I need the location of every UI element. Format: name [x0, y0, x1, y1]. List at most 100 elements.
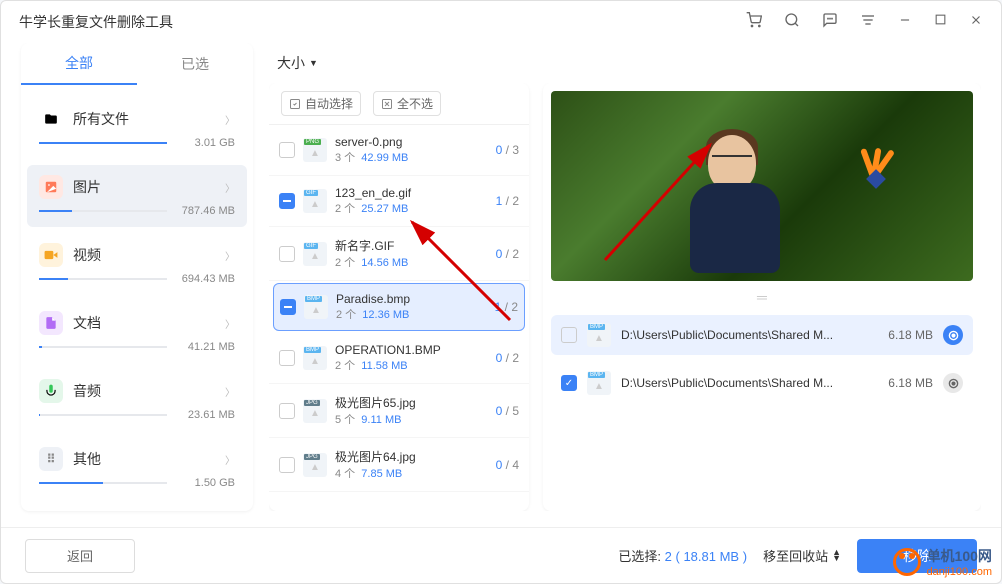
path-checkbox[interactable] — [561, 327, 577, 343]
auto-select-button[interactable]: 自动选择 — [281, 91, 361, 116]
vid-icon — [39, 243, 63, 267]
watermark-logo-icon — [893, 548, 921, 576]
file-checkbox[interactable] — [279, 193, 295, 209]
file-ext-badge: BMP — [588, 372, 605, 378]
other-icon: ⠿ — [39, 447, 63, 471]
cart-icon[interactable] — [746, 12, 762, 33]
sidebar: 全部 已选 所有文件 〉 3.01 GB 图片 〉 787. — [21, 43, 253, 511]
back-button[interactable]: 返回 — [25, 539, 135, 573]
category-size: 787.46 MB — [175, 205, 235, 217]
category-label: 图片 — [73, 177, 101, 197]
pic-icon — [39, 175, 63, 199]
search-icon[interactable] — [784, 12, 800, 33]
auto-select-label: 自动选择 — [305, 95, 353, 112]
aud-icon — [39, 379, 63, 403]
sidebar-item-all[interactable]: 所有文件 〉 3.01 GB — [27, 97, 247, 159]
category-size: 1.50 GB — [175, 477, 235, 489]
file-name: 极光图片64.jpg — [335, 448, 488, 465]
file-checkbox[interactable] — [279, 142, 295, 158]
file-item[interactable]: BMP ▲ OPERATION1.BMP 2 个 11.58 MB 0 / 2 — [269, 333, 529, 384]
file-item[interactable]: GIF ▲ 新名字.GIF 2 个 14.56 MB 0 / 2 — [269, 227, 529, 281]
sidebar-item-aud[interactable]: 音频 〉 23.61 MB — [27, 369, 247, 431]
menu-icon[interactable] — [860, 12, 876, 33]
file-item[interactable]: PNG ▲ server-0.png 3 个 42.99 MB 0 / 3 — [269, 125, 529, 176]
file-checkbox[interactable] — [279, 403, 295, 419]
chevron-updown-icon: ▲▼ — [832, 550, 841, 561]
file-checkbox[interactable] — [279, 457, 295, 473]
file-ext-badge: JPG — [304, 454, 320, 460]
sidebar-item-pic[interactable]: 图片 〉 787.46 MB — [27, 165, 247, 227]
file-panel: 自动选择 全不选 PNG ▲ server-0.png 3 个 42.99 MB — [269, 83, 529, 511]
deselect-all-button[interactable]: 全不选 — [373, 91, 441, 116]
file-checkbox[interactable] — [279, 350, 295, 366]
file-checkbox[interactable] — [279, 246, 295, 262]
sidebar-item-doc[interactable]: 文档 〉 41.21 MB — [27, 301, 247, 363]
move-recycle-dropdown[interactable]: 移至回收站 ▲▼ — [763, 546, 841, 565]
sidebar-item-vid[interactable]: 视频 〉 694.43 MB — [27, 233, 247, 295]
file-meta: 2 个 14.56 MB — [335, 254, 488, 270]
file-ext-badge: BMP — [588, 324, 605, 330]
file-name: OPERATION1.BMP — [335, 343, 488, 357]
category-bar — [39, 414, 167, 416]
file-meta: 5 个 9.11 MB — [335, 411, 488, 427]
locate-icon[interactable] — [943, 373, 963, 393]
path-thumb-icon: BMP ▲ — [587, 323, 611, 347]
tab-selected[interactable]: 已选 — [137, 43, 253, 85]
file-count: 0 / 4 — [496, 458, 519, 472]
file-ext-badge: BMP — [304, 347, 321, 353]
path-text: D:\Users\Public\Documents\Shared M... — [621, 328, 878, 342]
path-text: D:\Users\Public\Documents\Shared M... — [621, 376, 878, 390]
category-bar — [39, 278, 167, 280]
selected-size: 18.81 MB — [683, 549, 739, 564]
path-item[interactable]: BMP ▲ D:\Users\Public\Documents\Shared M… — [551, 315, 973, 355]
file-thumb-icon: BMP ▲ — [304, 295, 328, 319]
deselect-all-label: 全不选 — [397, 95, 433, 112]
preview-image — [551, 91, 973, 281]
path-item[interactable]: ✓ BMP ▲ D:\Users\Public\Documents\Shared… — [551, 363, 973, 403]
file-name: 极光图片65.jpg — [335, 394, 488, 411]
file-count: 0 / 2 — [496, 351, 519, 365]
file-list[interactable]: PNG ▲ server-0.png 3 个 42.99 MB 0 / 3 GI… — [269, 125, 529, 511]
chevron-right-icon: 〉 — [225, 452, 235, 467]
file-meta: 2 个 11.58 MB — [335, 357, 488, 373]
file-meta: 4 个 7.85 MB — [335, 465, 488, 481]
footer: 返回 已选择: 2 ( 18.81 MB ) 移至回收站 ▲▼ 移除 — [1, 527, 1001, 583]
file-meta: 3 个 42.99 MB — [335, 149, 488, 165]
path-list: BMP ▲ D:\Users\Public\Documents\Shared M… — [543, 307, 981, 511]
locate-icon[interactable] — [943, 325, 963, 345]
file-item[interactable]: BMP ▲ Paradise.bmp 2 个 12.36 MB 1 / 2 — [273, 283, 525, 331]
file-thumb-icon: JPG ▲ — [303, 399, 327, 423]
resize-handle-icon[interactable]: ═ — [543, 287, 981, 307]
file-item[interactable]: JPG ▲ 极光图片64.jpg 4 个 7.85 MB 0 / 4 — [269, 438, 529, 492]
category-bar — [39, 346, 167, 348]
sort-label: 大小 — [277, 53, 305, 73]
watermark-text-1: 单机100网 — [927, 546, 992, 566]
sidebar-tabs: 全部 已选 — [21, 43, 253, 85]
file-item[interactable]: JPG ▲ 极光图片65.jpg 5 个 9.11 MB 0 / 5 — [269, 384, 529, 438]
selection-info: 已选择: 2 ( 18.81 MB ) — [618, 546, 747, 565]
watermark: 单机100网 danji100.com — [893, 546, 992, 578]
category-size: 3.01 GB — [175, 137, 235, 149]
titlebar-actions — [746, 12, 983, 33]
file-name: 123_en_de.gif — [335, 186, 488, 200]
minimize-icon[interactable] — [898, 13, 912, 32]
category-label: 视频 — [73, 245, 101, 265]
file-count: 1 / 2 — [495, 300, 518, 314]
category-list: 所有文件 〉 3.01 GB 图片 〉 787.46 MB 视频 — [21, 85, 253, 511]
file-ext-badge: BMP — [305, 296, 322, 302]
sidebar-item-other[interactable]: ⠿ 其他 〉 1.50 GB — [27, 437, 247, 499]
file-item[interactable]: GIF ▲ 123_en_de.gif 2 个 25.27 MB 1 / 2 — [269, 176, 529, 227]
file-meta: 2 个 12.36 MB — [336, 306, 487, 322]
sort-dropdown[interactable]: 大小 ▼ — [277, 53, 318, 73]
file-checkbox[interactable] — [280, 299, 296, 315]
maximize-icon[interactable] — [934, 13, 947, 31]
tab-all[interactable]: 全部 — [21, 43, 137, 85]
path-checkbox[interactable]: ✓ — [561, 375, 577, 391]
close-icon[interactable] — [969, 13, 983, 32]
watermark-text-2: danji100.com — [927, 566, 992, 578]
file-ext-badge: JPG — [304, 400, 320, 406]
file-count: 0 / 5 — [496, 404, 519, 418]
chat-icon[interactable] — [822, 12, 838, 33]
chevron-down-icon: ▼ — [309, 58, 318, 68]
file-ext-badge: GIF — [304, 190, 318, 196]
